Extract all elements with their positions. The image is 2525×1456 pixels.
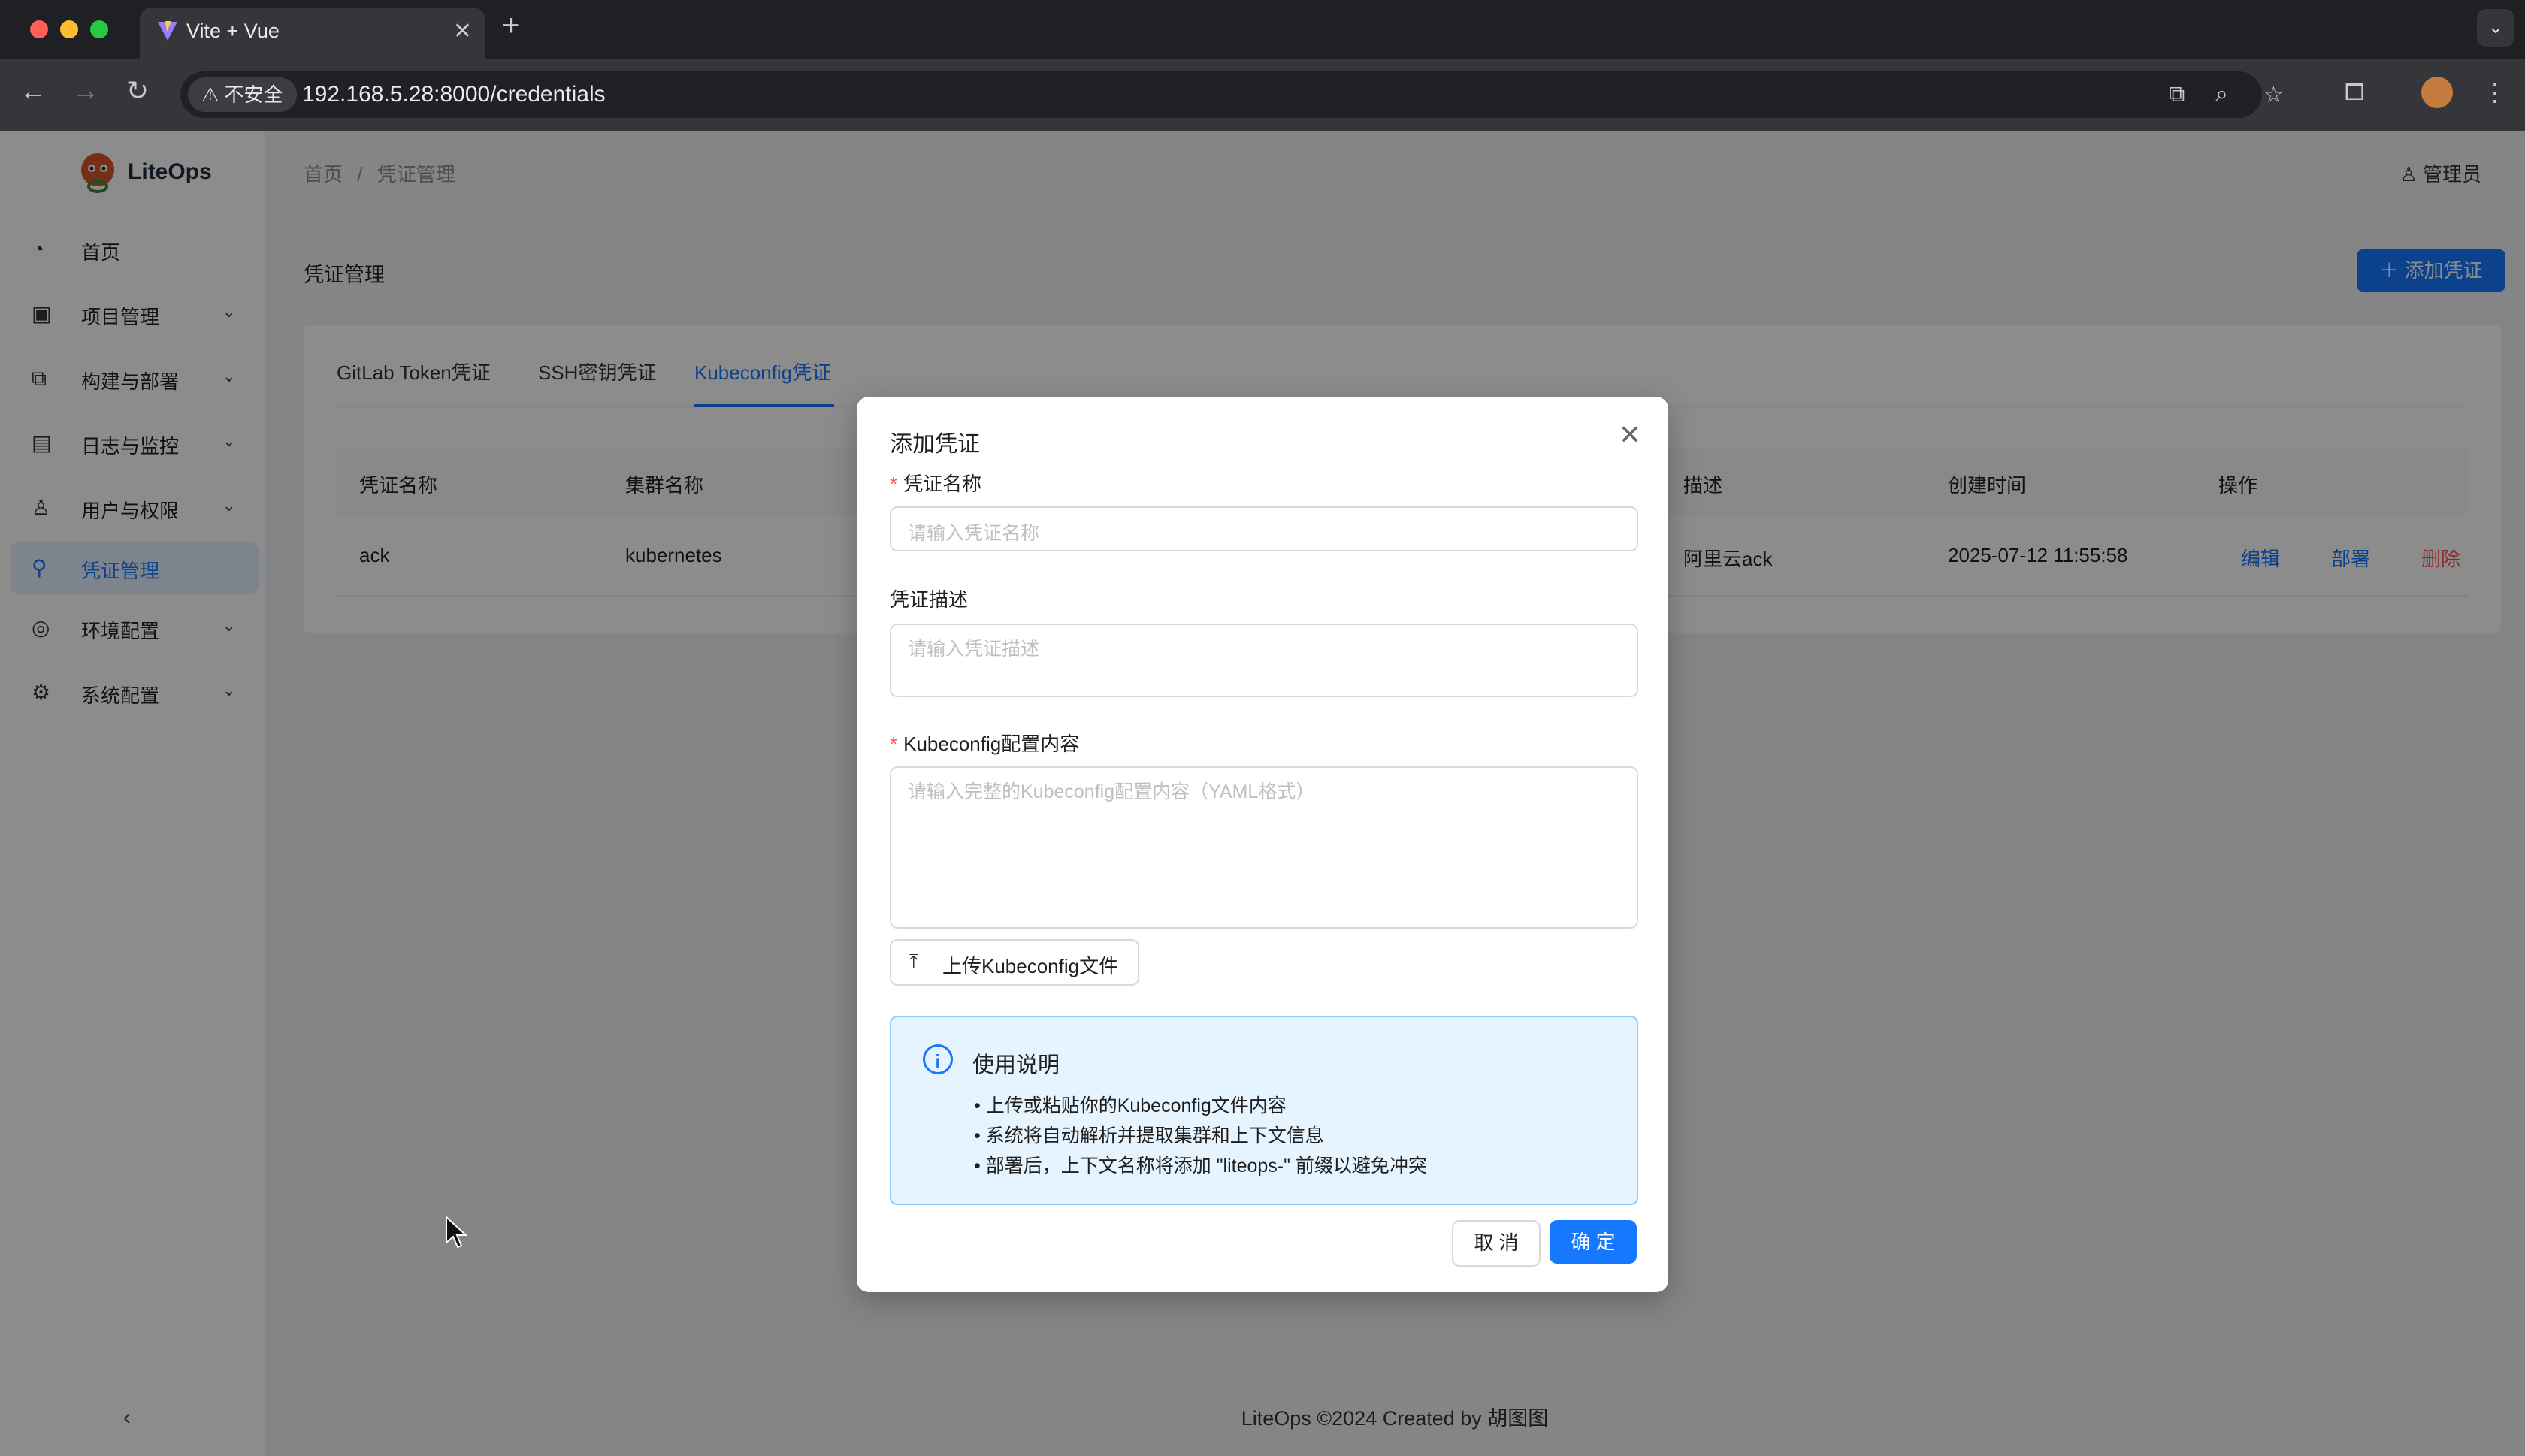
confirm-button[interactable]: 确 定 [1550,1220,1637,1264]
tab-search-icon[interactable]: ⌄ [2477,9,2514,47]
desc-placeholder: 请输入凭证描述 [908,639,1040,660]
security-label: 不安全 [224,83,283,106]
kubeconfig-label-text: Kubeconfig配置内容 [903,733,1080,755]
minimize-window-button[interactable] [60,20,78,38]
extensions-icon[interactable]: ⧠ [2345,78,2364,107]
browser-tab[interactable]: Vite + Vue ✕ [140,8,485,59]
kubeconfig-label: * Kubeconfig配置内容 [890,733,1080,755]
cancel-button[interactable]: 取 消 [1452,1220,1541,1267]
browser-menu-icon[interactable]: ⋮ [2483,78,2507,107]
modal-title: 添加凭证 [890,432,980,457]
info-icon: i [923,1044,953,1074]
credential-description-input[interactable]: 请输入凭证描述 [890,624,1638,697]
new-tab-icon[interactable]: + [502,9,519,43]
upload-label: 上传Kubeconfig文件 [942,955,1119,977]
profile-avatar[interactable] [2421,77,2453,108]
upload-icon: ⤒ [909,950,918,972]
forward-icon[interactable]: → [72,75,99,107]
upload-kubeconfig-button[interactable]: ⤒ 上传Kubeconfig文件 [890,939,1139,986]
mouse-cursor-icon [446,1216,467,1249]
info-item: • 部署后，上下文名称将添加 "liteops-" 前缀以避免冲突 [974,1155,1427,1177]
bookmark-star-icon[interactable]: ☆ [2263,82,2284,108]
credential-name-input[interactable]: 请输入凭证名称 [890,506,1638,551]
close-window-button[interactable] [30,20,48,38]
info-item: • 上传或粘贴你的Kubeconfig文件内容 [974,1095,1287,1116]
name-label: * 凭证名称 [890,473,982,495]
tab-title: Vite + Vue [186,20,280,42]
name-label-text: 凭证名称 [903,473,982,495]
address-bar[interactable]: ⚠ 不安全 192.168.5.28:8000/credentials ⧉ ⌕ … [180,71,2284,118]
browser-toolbar: ← → ↻ ⚠ 不安全 192.168.5.28:8000/credential… [0,59,2525,131]
kubeconfig-placeholder: 请输入完整的Kubeconfig配置内容（YAML格式） [908,781,1315,802]
back-icon[interactable]: ← [20,75,47,107]
usage-info-alert: i 使用说明 • 上传或粘贴你的Kubeconfig文件内容 • 系统将自动解析… [890,1016,1638,1205]
close-icon[interactable]: ✕ [1619,419,1641,451]
translate-icon[interactable]: ⧉ [2169,82,2185,107]
zoom-icon[interactable]: ⌕ [2215,82,2228,107]
url-text[interactable]: 192.168.5.28:8000/credentials [302,82,606,107]
reload-icon[interactable]: ↻ [126,75,149,107]
security-chip[interactable]: ⚠ 不安全 [188,77,297,112]
info-title: 使用说明 [972,1053,1060,1077]
name-placeholder: 请输入凭证名称 [908,523,1040,544]
tab-close-icon[interactable]: ✕ [453,18,472,44]
browser-tabbar: Vite + Vue ✕ + ⌄ [0,0,2525,59]
zoom-window-button[interactable] [90,20,108,38]
vite-icon [158,21,177,41]
info-item: • 系统将自动解析并提取集群和上下文信息 [974,1125,1324,1146]
desc-label: 凭证描述 [890,588,969,611]
kubeconfig-content-input[interactable]: 请输入完整的Kubeconfig配置内容（YAML格式） [890,766,1638,929]
add-credential-modal: 添加凭证 ✕ * 凭证名称 请输入凭证名称 凭证描述 请输入凭证描述 * Kubec… [857,397,1668,1292]
app-root: LiteOps ◔ 首页 ▣ 项目管理 ⌄ ⧉ 构建与部署 ⌄ ▤ 日志与监控 … [0,131,2525,1456]
